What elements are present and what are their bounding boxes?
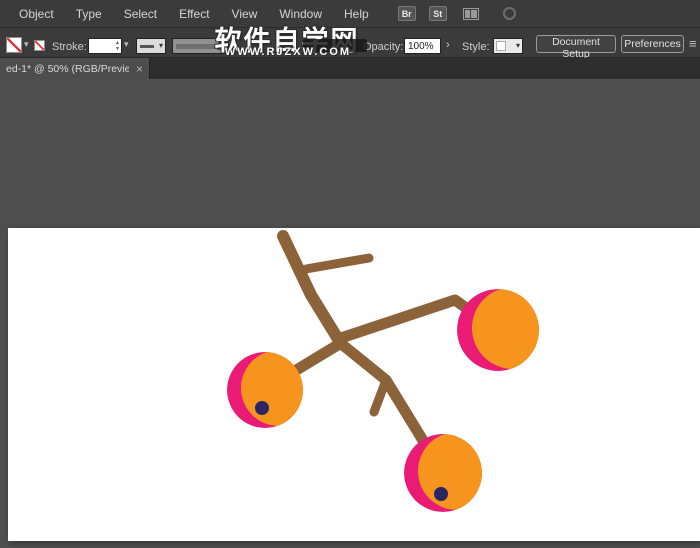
gpu-performance-icon[interactable] <box>503 7 516 20</box>
berry-orange-body <box>472 287 554 369</box>
panel-menu-icon[interactable]: ≡ <box>689 36 697 51</box>
stroke-color-none-swatch[interactable] <box>34 40 45 51</box>
menu-window[interactable]: Window <box>268 0 333 27</box>
stroke-weight-chevron-down-icon[interactable]: ▾ <box>124 40 129 49</box>
chevron-down-icon: ▾ <box>516 42 520 50</box>
stroke-weight-field[interactable]: ▲ ▼ <box>88 38 122 54</box>
menu-help[interactable]: Help <box>333 0 380 27</box>
brush-definition-dropdown[interactable]: ▾ <box>172 38 234 54</box>
menu-bar: Object Type Select Effect View Window He… <box>0 0 700 27</box>
step-down-icon[interactable]: ▼ <box>115 46 120 52</box>
pane-left <box>465 10 471 18</box>
fill-chevron-down-icon[interactable]: ▾ <box>24 40 29 49</box>
chevron-down-icon: ▾ <box>159 42 163 50</box>
style-dropdown[interactable]: ▾ <box>493 38 523 54</box>
stroke-weight-stepper[interactable]: ▲ ▼ <box>115 39 120 53</box>
menu-select[interactable]: Select <box>113 0 168 27</box>
stroke-label: Stroke: <box>52 41 87 53</box>
width-profile-preview <box>140 45 154 48</box>
style-label: Style: <box>462 41 490 53</box>
document-setup-button[interactable]: Document Setup <box>536 35 616 53</box>
pane-right <box>471 10 477 18</box>
variable-width-profile-dropdown[interactable]: ▾ <box>136 38 166 54</box>
chevron-down-icon: ▾ <box>227 42 231 50</box>
berry[interactable] <box>404 432 496 512</box>
berry-seed[interactable] <box>434 487 448 501</box>
brush-preview <box>176 44 220 49</box>
document-tab-bar: ed-1* @ 50% (RGB/Preview) × <box>0 58 700 79</box>
stock-badge[interactable]: St <box>429 6 447 21</box>
preferences-button[interactable]: Preferences <box>621 35 684 53</box>
branch-path[interactable] <box>283 236 338 339</box>
fill-color-none-swatch[interactable] <box>6 37 22 53</box>
control-bar: ▾ Stroke: ▲ ▼ ▾ ▾ ▾ Opacity: › Style: ▾ … <box>0 27 700 58</box>
arrange-documents-icon[interactable] <box>463 8 479 20</box>
menu-object[interactable]: Object <box>8 0 65 27</box>
menu-view[interactable]: View <box>221 0 269 27</box>
berry-orange-body <box>418 432 496 510</box>
branch-path[interactable] <box>374 383 385 412</box>
tab-close-icon[interactable]: × <box>136 63 143 75</box>
document-tab[interactable]: ed-1* @ 50% (RGB/Preview) × <box>0 58 150 79</box>
berry[interactable] <box>457 287 554 371</box>
illustrator-window: Object Type Select Effect View Window He… <box>0 0 700 548</box>
branch-path[interactable] <box>306 258 369 269</box>
document-tab-label: ed-1* @ 50% (RGB/Preview) <box>6 63 129 75</box>
style-swatch <box>496 41 506 51</box>
artboard[interactable] <box>8 228 700 541</box>
berry-seed[interactable] <box>255 401 269 415</box>
opacity-options-chevron-icon[interactable]: › <box>446 39 450 51</box>
canvas-area[interactable] <box>0 79 700 548</box>
menu-effect[interactable]: Effect <box>168 0 220 27</box>
opacity-input[interactable] <box>404 38 441 54</box>
artwork-svg <box>8 228 700 541</box>
opacity-label: Opacity: <box>363 41 403 53</box>
menu-type[interactable]: Type <box>65 0 113 27</box>
bridge-badge[interactable]: Br <box>398 6 416 21</box>
